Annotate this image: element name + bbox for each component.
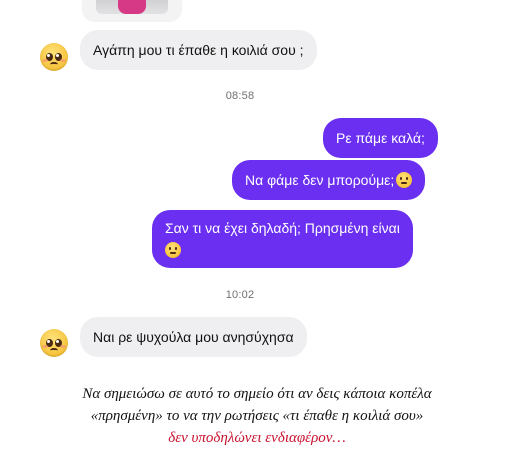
photo-image [96, 0, 168, 14]
caption-line: «πρησμένη» το να την ρωτήσεις «τι έπαθε … [90, 408, 424, 424]
caption-line: Να σημειώσω σε αυτό το σημείο ότι αν δει… [82, 386, 432, 402]
pleading-face-icon [40, 329, 68, 357]
face-with-hand-over-mouth-icon [165, 242, 181, 258]
message-bubble-outgoing[interactable]: Να φάμε δεν μπορούμε; [232, 160, 426, 200]
message-text: Σαν τι να έχει δηλαδή; Πρησμένη είναι [165, 220, 400, 236]
timestamp: 10:02 [225, 289, 255, 301]
face-with-hand-over-mouth-icon [396, 172, 413, 188]
message-bubble-incoming[interactable]: Ναι ρε ψυχούλα μου ανησύχησα [80, 317, 307, 357]
caption-text: Να σημειώσω σε αυτό το σημείο ότι αν δει… [0, 383, 514, 449]
caption-highlight-line: δεν υποδηλώνει ενδιαφέρον… [168, 430, 346, 446]
photo-figure [118, 0, 146, 14]
message-text: Να φάμε δεν μπορούμε; [245, 172, 395, 188]
message-bubble-outgoing[interactable]: Σαν τι να έχει δηλαδή; Πρησμένη είναι [152, 210, 413, 268]
timestamp: 08:58 [225, 90, 255, 102]
message-text: Ρε πάμε καλά; [336, 130, 425, 146]
pleading-face-icon [40, 43, 68, 71]
message-text: Ναι ρε ψυχούλα μου ανησύχησα [93, 329, 294, 345]
message-bubble-incoming[interactable]: Αγάπη μου τι έπαθε η κοιλιά σου ; [80, 30, 317, 70]
message-text: Αγάπη μου τι έπαθε η κοιλιά σου ; [93, 42, 304, 58]
shared-photo-thumbnail[interactable] [82, 0, 182, 22]
message-bubble-outgoing[interactable]: Ρε πάμε καλά; [323, 118, 438, 158]
